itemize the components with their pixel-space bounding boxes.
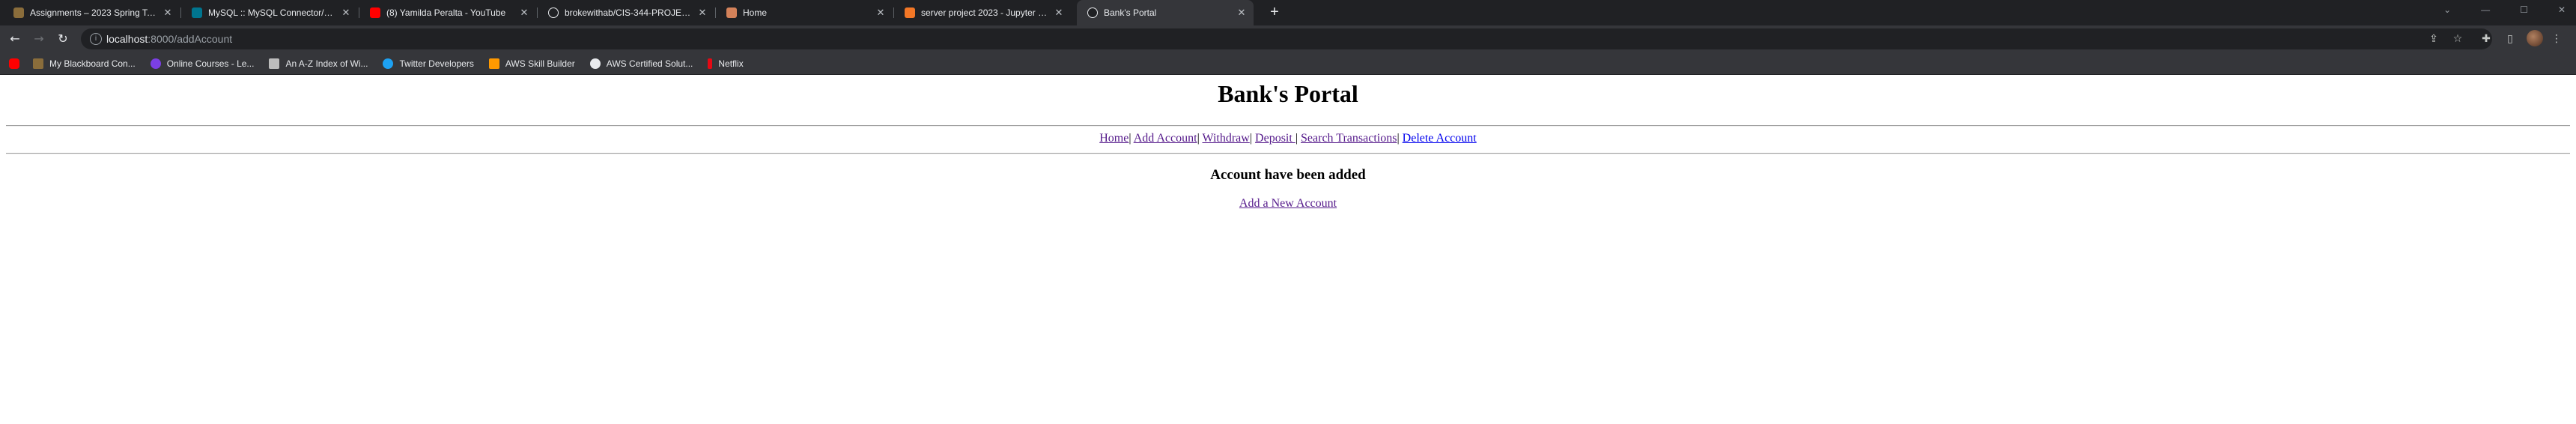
tab-youtube[interactable]: (8) Yamilda Peralta - YouTube ✕ <box>359 3 536 22</box>
tab-search-icon[interactable]: ⌄ <box>2443 4 2451 15</box>
close-icon[interactable]: ✕ <box>695 7 710 19</box>
page-content: Bank's Portal Home| Add Account| Withdra… <box>0 76 2576 424</box>
page-favicon-icon <box>726 7 737 18</box>
url-path: :8000/addAccount <box>148 33 233 45</box>
bookmark-blackboard[interactable]: My Blackboard Con... <box>33 58 136 69</box>
avatar[interactable] <box>2527 30 2543 46</box>
add-new-account-link[interactable]: Add a New Account <box>1239 197 1337 210</box>
courses-icon <box>150 58 161 69</box>
window-close-icon[interactable]: ✕ <box>2558 4 2566 15</box>
close-icon[interactable]: ✕ <box>338 7 353 19</box>
bookmark-label: An A-Z Index of Wi... <box>285 58 368 69</box>
share-icon[interactable]: ⇪ <box>2426 31 2441 46</box>
forward-arrow-icon[interactable]: → <box>31 31 46 46</box>
tab-home[interactable]: Home ✕ <box>716 3 893 22</box>
globe-icon <box>1087 7 1098 18</box>
url-text[interactable]: localhost:8000/addAccount <box>106 33 232 45</box>
document-icon <box>269 58 280 69</box>
bookmarks-bar: My Blackboard Con... Online Courses - Le… <box>0 52 2576 75</box>
tab-jupyter[interactable]: server project 2023 - Jupyter Not ✕ <box>894 3 1071 22</box>
browser-toolbar: ← → ↻ i localhost:8000/addAccount ⇪ ☆ ✚ … <box>0 25 2576 52</box>
nav-link-add-account[interactable]: Add Account <box>1134 132 1197 145</box>
bookmark-star-icon[interactable]: ☆ <box>2450 31 2465 46</box>
nav-separator: | <box>1397 132 1400 145</box>
status-message: Account have been added <box>1210 167 1366 183</box>
nav-link-withdraw[interactable]: Withdraw <box>1202 132 1249 145</box>
page-title: Bank's Portal <box>1218 80 1358 107</box>
bookmark-online-courses[interactable]: Online Courses - Le... <box>150 58 255 69</box>
new-tab-button[interactable]: + <box>1266 4 1284 22</box>
back-arrow-icon[interactable]: ← <box>7 31 22 46</box>
youtube-icon <box>9 58 19 69</box>
divider <box>6 153 2570 154</box>
bookmark-twitter-dev[interactable]: Twitter Developers <box>383 58 474 69</box>
tab-label: Assignments – 2023 Spring Term <box>30 7 160 18</box>
extensions-icon[interactable]: ✚ <box>2479 31 2494 46</box>
bookmark-aws-certified[interactable]: AWS Certified Solut... <box>589 58 693 69</box>
nav-separator: | <box>1249 132 1253 145</box>
tab-assignments[interactable]: Assignments – 2023 Spring Term ✕ <box>3 3 180 22</box>
aws-icon <box>488 58 499 69</box>
tab-strip: Assignments – 2023 Spring Term ✕ MySQL :… <box>0 0 2576 25</box>
mysql-favicon-icon <box>192 7 202 18</box>
bookmark-aws-skill-builder[interactable]: AWS Skill Builder <box>488 58 575 69</box>
tab-mysql[interactable]: MySQL :: MySQL Connector/Pyth ✕ <box>181 3 358 22</box>
nav-link-search-transactions[interactable]: Search Transactions <box>1301 132 1397 145</box>
nav-separator: | <box>1128 132 1131 145</box>
blackboard-icon <box>33 58 43 69</box>
tab-label: server project 2023 - Jupyter Not <box>921 7 1051 18</box>
blackboard-favicon-icon <box>13 7 24 18</box>
window-controls: ⌄ — ☐ ✕ <box>2443 4 2566 15</box>
tab-label: MySQL :: MySQL Connector/Pyth <box>208 7 338 18</box>
maximize-icon[interactable]: ☐ <box>2520 4 2528 15</box>
github-favicon-icon <box>548 7 559 18</box>
close-icon[interactable]: ✕ <box>160 7 175 19</box>
reload-icon[interactable]: ↻ <box>55 31 70 46</box>
nav-link-deposit[interactable]: Deposit <box>1255 132 1295 145</box>
cloud-icon <box>589 58 601 69</box>
tab-label: (8) Yamilda Peralta - YouTube <box>386 7 506 18</box>
nav-separator: | <box>1295 132 1298 145</box>
jupyter-favicon-icon <box>905 7 915 18</box>
site-nav: Home| Add Account| Withdraw| Deposit | S… <box>0 132 2576 145</box>
twitter-icon <box>383 58 394 69</box>
bookmark-label: Online Courses - Le... <box>166 58 255 69</box>
add-new-account-row: Add a New Account <box>0 197 2576 211</box>
netflix-icon <box>708 58 713 69</box>
bookmark-youtube[interactable] <box>9 58 25 69</box>
tab-label: Bank's Portal <box>1104 7 1157 18</box>
bookmark-label: Netflix <box>718 58 744 69</box>
divider <box>6 125 2570 127</box>
menu-icon[interactable]: ⋮ <box>2549 31 2564 46</box>
tab-github[interactable]: brokewithab/CIS-344-PROJECT-2 ✕ <box>538 3 714 22</box>
address-bar[interactable]: i localhost:8000/addAccount <box>81 28 2492 49</box>
minimize-icon[interactable]: — <box>2481 4 2490 15</box>
bookmark-netflix[interactable]: Netflix <box>708 58 744 69</box>
bookmark-label: AWS Certified Solut... <box>606 58 693 69</box>
youtube-favicon-icon <box>370 7 380 18</box>
nav-link-home[interactable]: Home <box>1099 132 1128 145</box>
site-info-icon[interactable]: i <box>90 33 102 45</box>
close-icon[interactable]: ✕ <box>517 7 532 19</box>
nav-separator: | <box>1197 132 1200 145</box>
bookmark-label: AWS Skill Builder <box>505 58 575 69</box>
bookmark-label: My Blackboard Con... <box>49 58 136 69</box>
tab-label: Home <box>743 7 768 18</box>
bookmark-az-index[interactable]: An A-Z Index of Wi... <box>269 58 368 69</box>
close-icon[interactable]: ✕ <box>1234 7 1249 19</box>
nav-link-delete-account[interactable]: Delete Account <box>1403 132 1477 145</box>
tab-banks-portal[interactable]: Bank's Portal ✕ <box>1077 0 1254 25</box>
close-icon[interactable]: ✕ <box>1051 7 1066 19</box>
url-host: localhost <box>106 33 148 45</box>
tab-label: brokewithab/CIS-344-PROJECT-2 <box>565 7 695 18</box>
bookmark-label: Twitter Developers <box>399 58 474 69</box>
close-icon[interactable]: ✕ <box>873 7 888 19</box>
side-panel-icon[interactable]: ▯ <box>2503 31 2518 46</box>
